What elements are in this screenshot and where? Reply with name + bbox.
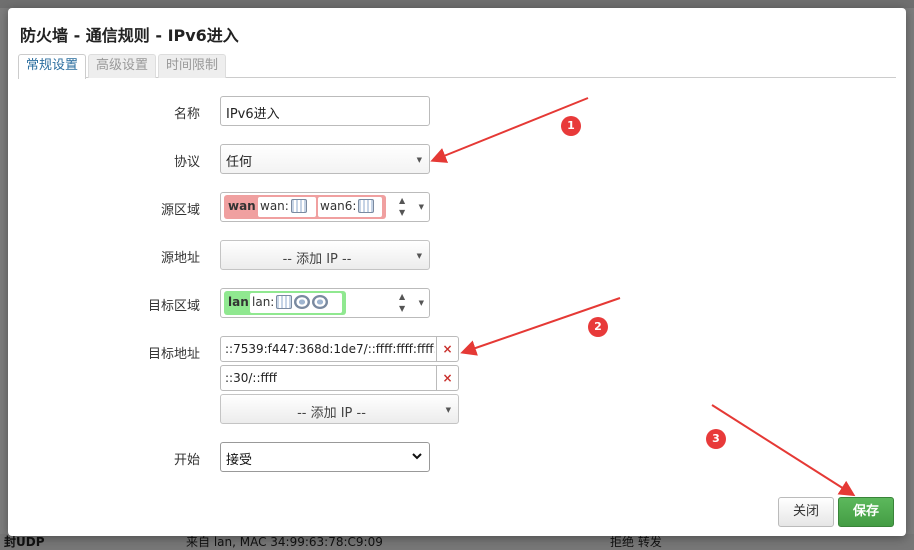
annotation-badge-2: 2: [588, 317, 608, 337]
dest-address-label: 目标地址: [147, 347, 200, 362]
dest-address-entry[interactable]: ::30/::ffff: [220, 365, 437, 391]
spin-up-icon: ▲: [399, 196, 406, 205]
background-rule-source: 来自 lan, MAC 34:99:63:78:C9:09: [186, 535, 383, 549]
tab-general[interactable]: 常规设置: [18, 54, 87, 79]
tab-advanced[interactable]: 高级设置: [88, 54, 157, 78]
dialog-title: 防火墙 - 通信规则 - IPv6进入: [20, 26, 239, 45]
wifi-icon: [294, 295, 311, 309]
dest-zone-select[interactable]: lan lan: ▲ ▼ ▼: [220, 288, 430, 318]
annotation-badge-1: 1: [561, 116, 581, 136]
source-zone-name: wan: [228, 199, 256, 213]
source-zone-network-wan: wan:: [258, 197, 316, 217]
action-label: 开始: [173, 453, 200, 468]
tab-bar: 常规设置 高级设置 时间限制: [18, 52, 896, 79]
source-zone-label: 源区域: [160, 203, 200, 218]
protocol-select[interactable]: 任何 ▼: [220, 144, 430, 174]
rule-edit-dialog: 防火墙 - 通信规则 - IPv6进入 常规设置 高级设置 时间限制 名称 IP…: [8, 8, 906, 536]
protocol-value: 任何: [226, 155, 253, 170]
wifi-icon: [312, 295, 329, 309]
spin-down-icon: ▼: [399, 208, 406, 217]
dest-zone-name: lan: [228, 295, 249, 309]
ethernet-port-icon: [290, 199, 307, 213]
dest-zone-network-lan: lan:: [250, 293, 342, 313]
spin-up-icon: ▲: [399, 292, 406, 301]
dest-address-add-ip-dropdown[interactable]: -- 添加 IP -- ▼: [220, 394, 459, 424]
chevron-down-icon: ▼: [418, 299, 424, 307]
tab-time-restriction[interactable]: 时间限制: [158, 54, 227, 78]
name-label: 名称: [173, 107, 200, 122]
action-value: 接受: [226, 453, 253, 468]
chevron-down-icon: ▼: [445, 406, 451, 414]
source-address-label: 源地址: [160, 251, 200, 266]
dest-address-value: ::30/::ffff: [225, 371, 278, 385]
dest-address-value: ::7539:f447:368d:1de7/::ffff:ffff:ffff:f…: [225, 342, 435, 356]
save-button[interactable]: 保存: [838, 497, 894, 527]
background-page-row: 封UDP 来自 lan, MAC 34:99:63:78:C9:09 拒绝 转发: [0, 534, 914, 550]
remove-address-button[interactable]: ×: [437, 365, 459, 391]
chevron-down-icon: ▼: [416, 252, 422, 260]
ethernet-port-icon: [276, 295, 293, 309]
name-value: IPv6进入: [226, 107, 280, 122]
chevron-down-icon: ▼: [416, 156, 422, 164]
source-zone-network-wan6: wan6:: [318, 197, 382, 217]
chevron-down-icon: ▼: [418, 203, 424, 211]
background-page-top: [0, 0, 914, 8]
remove-address-button[interactable]: ×: [437, 336, 459, 362]
add-ip-label: -- 添加 IP --: [297, 406, 366, 421]
add-ip-label: -- 添加 IP --: [282, 252, 352, 267]
action-select[interactable]: 接受: [220, 442, 430, 472]
close-button[interactable]: 关闭: [778, 497, 834, 527]
source-address-add-ip-dropdown[interactable]: -- 添加 IP -- ▼: [220, 240, 430, 270]
source-zone-select[interactable]: wan wan: wan6: ▲ ▼ ▼: [220, 192, 430, 222]
background-rule-name: 封UDP: [4, 535, 45, 549]
background-rule-action: 拒绝 转发: [610, 535, 662, 549]
dest-address-entry[interactable]: ::7539:f447:368d:1de7/::ffff:ffff:ffff:f…: [220, 336, 437, 362]
protocol-label: 协议: [173, 155, 200, 170]
ethernet-port-icon: [358, 199, 375, 213]
spin-down-icon: ▼: [399, 304, 406, 313]
dest-zone-badge: lan lan:: [224, 291, 346, 315]
annotation-badge-3: 3: [706, 429, 726, 449]
name-input[interactable]: IPv6进入: [220, 96, 430, 126]
chevron-down-icon: [412, 453, 422, 460]
source-zone-badge: wan wan: wan6:: [224, 195, 386, 219]
dest-zone-label: 目标区域: [147, 299, 200, 314]
